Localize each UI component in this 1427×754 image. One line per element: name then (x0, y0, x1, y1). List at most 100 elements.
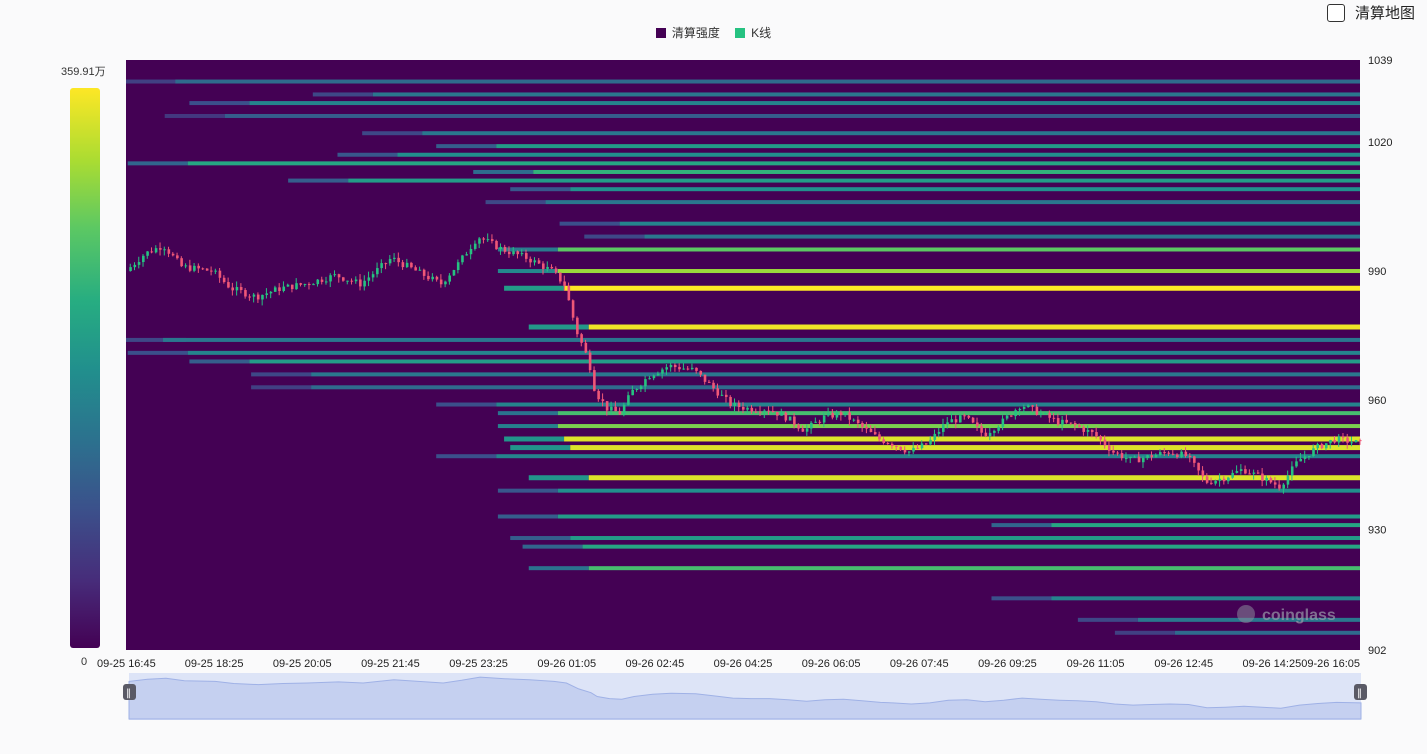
heat-band (496, 144, 1360, 149)
candle-body (665, 367, 669, 370)
candle-body (380, 263, 383, 269)
y-tick-label: 930 (1368, 524, 1386, 536)
heat-band-lead (189, 359, 250, 364)
candle-body (1273, 482, 1277, 485)
heat-band (570, 187, 1360, 192)
candle-body (690, 367, 694, 370)
heat-band-lead (504, 436, 565, 442)
candle-body (946, 422, 949, 425)
candle-body (1159, 452, 1162, 456)
candle-body (1124, 458, 1128, 460)
candle-body (971, 417, 975, 423)
candle-body (1252, 472, 1256, 474)
candle-body (686, 368, 690, 370)
heat-band-lead (504, 285, 565, 291)
candle-body (495, 240, 498, 250)
zoom-slider[interactable]: ‖ ‖ (123, 673, 1367, 720)
candle-body (214, 270, 217, 272)
candle-body (282, 286, 286, 292)
candle-body (950, 419, 954, 423)
candle-body (269, 291, 273, 294)
candle-body (856, 419, 860, 424)
candle-body (1120, 453, 1124, 459)
candle-body (1290, 466, 1294, 476)
candle-body (805, 428, 809, 432)
candle-body (1227, 477, 1230, 482)
heat-band (564, 436, 1360, 442)
heat-band (187, 161, 1361, 166)
candle-body (933, 433, 937, 440)
candle-body (452, 270, 456, 276)
candle-body (618, 411, 622, 415)
coinglass-logo-icon (1237, 605, 1255, 623)
candle-body (1307, 456, 1311, 458)
heat-band-lead (528, 566, 589, 571)
candle-body (788, 416, 792, 421)
heat-band-lead (497, 514, 558, 519)
candle-body (622, 404, 626, 415)
candle-body (1231, 472, 1234, 478)
candle-body (1039, 413, 1043, 415)
candle-body (197, 265, 200, 269)
candle-body (201, 268, 205, 270)
candle-body (831, 413, 834, 418)
candle-body (1171, 453, 1175, 455)
heat-band-lead (436, 144, 497, 149)
heat-band (582, 544, 1360, 549)
candle-body (512, 251, 515, 255)
candle-body (490, 239, 494, 241)
candle-body (256, 294, 260, 300)
candle-body (427, 275, 430, 280)
candle-body (461, 255, 464, 263)
candle-body (742, 406, 745, 410)
pause-icon-left: ‖ (126, 688, 131, 699)
candle-body (1163, 452, 1166, 454)
candle-body (1341, 436, 1345, 438)
candle-body (265, 293, 269, 295)
candle-body (818, 421, 822, 423)
heat-band-lead (497, 247, 558, 252)
candle-body (797, 424, 800, 429)
y-tick-label: 1020 (1368, 137, 1392, 149)
candle-body (252, 294, 256, 297)
candle-body (882, 439, 886, 444)
candle-body (363, 280, 366, 287)
candle-body (669, 364, 673, 368)
heat-band (557, 269, 1360, 274)
candle-body (188, 265, 192, 271)
candle-body (227, 282, 230, 288)
heat-band-lead (510, 536, 571, 541)
heat-band-lead (510, 445, 571, 451)
heat-band-lead (522, 544, 583, 549)
candle-body (1320, 444, 1324, 449)
candle-body (218, 270, 222, 278)
heat-band (187, 350, 1361, 355)
watermark-text: coinglass (1262, 607, 1336, 624)
candle-body (652, 375, 656, 379)
candle-body (1099, 436, 1103, 440)
candle-body (303, 284, 307, 286)
candle-body (1261, 473, 1264, 481)
candle-body (239, 287, 243, 291)
heat-band-lead (337, 152, 398, 157)
candle-body (554, 268, 558, 273)
candle-body (695, 367, 698, 371)
candle-body (376, 268, 379, 275)
heat-band (588, 475, 1360, 481)
y-tick-label: 1039 (1368, 55, 1392, 67)
candle-body (333, 274, 337, 276)
candle-body (1095, 432, 1098, 437)
heat-band (588, 324, 1360, 330)
candle-body (346, 280, 349, 282)
candle-body (733, 402, 737, 406)
heat-band-lead (436, 402, 497, 407)
candle-body (610, 406, 613, 411)
candle-body (286, 284, 290, 287)
candle-body (869, 428, 873, 433)
candle-body (1116, 452, 1120, 454)
candle-body (329, 275, 332, 282)
heat-band-lead (559, 221, 620, 226)
candle-body (1278, 484, 1281, 489)
candle-body (597, 390, 600, 400)
x-tick-label: 09-26 07:45 (890, 658, 949, 670)
